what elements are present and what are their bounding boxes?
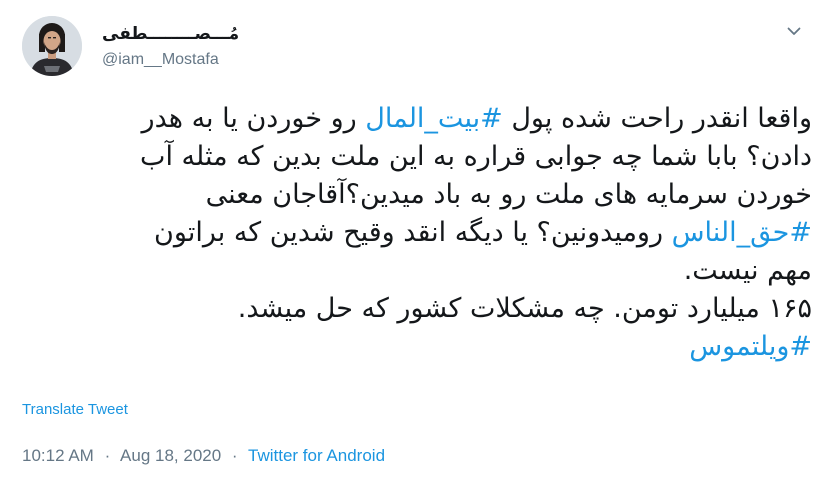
chevron-down-icon [787,27,801,35]
tweet-text-segment: خوردن سرمایه های ملت رو به باد میدین؟آقا… [205,179,812,210]
avatar[interactable] [22,16,82,76]
tweet-text-segment: رومیدونین؟ یا دیگه انقد وقیح شدین که برا… [154,217,672,248]
tweet-text-segment: دادن؟ بابا شما چه جوابی قراره به این ملت… [140,141,812,172]
separator-dot: · [104,446,111,465]
tweet-header: مُـــصــــــــطفی @iam__Mostafa [22,16,805,76]
tweet-text-segment: واقعا انقدر راحت شده پول [502,103,812,134]
tweet-text-segment: ۱۶۵ میلیارد تومن. چه مشکلات کشور که حل م… [237,293,812,324]
user-handle[interactable]: @iam__Mostafa [102,49,239,71]
tweet-date[interactable]: Aug 18, 2020 [120,446,221,465]
tweet-menu-button[interactable] [783,20,805,42]
tweet-text-segment: مهم نیست. [683,255,812,286]
display-name[interactable]: مُـــصــــــــطفی [102,23,239,45]
tweet-text-line: واقعا انقدر راحت شده پول #بیت_المال رو خ… [22,100,812,138]
user-photo-icon [22,16,82,76]
hashtag-link[interactable]: #حق_الناس [672,217,812,248]
tweet-source-link[interactable]: Twitter for Android [248,446,385,465]
tweet-text: واقعا انقدر راحت شده پول #بیت_المال رو خ… [22,100,812,366]
tweet-text-line: ۱۶۵ میلیارد تومن. چه مشکلات کشور که حل م… [22,290,812,328]
tweet-text-line: دادن؟ بابا شما چه جوابی قراره به این ملت… [22,138,812,176]
tweet-text-line: #حق_الناس رومیدونین؟ یا دیگه انقد وقیح ش… [22,214,812,252]
tweet-card: مُـــصــــــــطفی @iam__Mostafa واقعا ان… [0,0,825,489]
tweet-time[interactable]: 10:12 AM [22,446,94,465]
tweet-text-line: مهم نیست. [22,252,812,290]
tweet-text-line: خوردن سرمایه های ملت رو به باد میدین؟آقا… [22,176,812,214]
user-names: مُـــصــــــــطفی @iam__Mostafa [102,23,239,71]
tweet-text-segment: رو خوردن یا به هدر [141,103,366,134]
hashtag-link[interactable]: #بیت_المال [365,103,502,134]
tweet-text-line: #ویلتموس [22,328,812,366]
separator-dot: · [231,446,238,465]
hashtag-link[interactable]: #ویلتموس [689,331,812,362]
tweet-metadata: 10:12 AM · Aug 18, 2020 · Twitter for An… [22,446,385,466]
translate-tweet-link[interactable]: Translate Tweet [22,401,128,419]
